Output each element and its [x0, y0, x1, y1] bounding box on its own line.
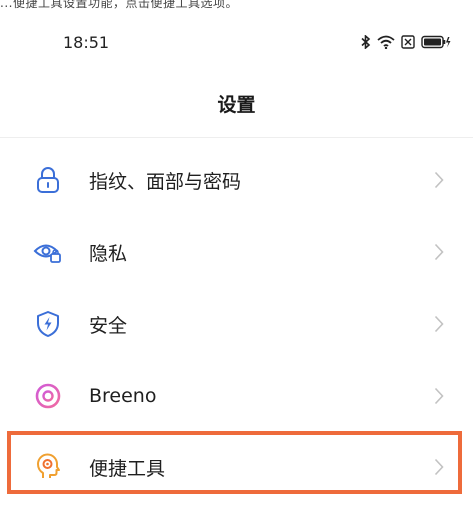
settings-item-security[interactable]: 安全 [0, 294, 473, 354]
settings-item-privacy[interactable]: 隐私 [0, 222, 473, 282]
settings-item-label: 指纹、面部与密码 [89, 170, 242, 193]
security-shield-icon [33, 309, 63, 339]
settings-item-convenience-tools[interactable]: 便捷工具 [0, 437, 473, 497]
convenience-tools-icon [33, 452, 63, 482]
settings-item-label: Breeno [89, 385, 157, 407]
instruction-caption: ...便捷工具设置功能，点击便捷工具选项。 [0, 0, 238, 10]
settings-item-breeno[interactable]: Breeno [0, 366, 473, 426]
header-divider [0, 137, 473, 138]
wifi-icon [377, 35, 395, 49]
chevron-right-icon [432, 456, 446, 478]
settings-item-label: 隐私 [89, 242, 128, 265]
chevron-right-icon [432, 385, 446, 407]
page-title: 设置 [217, 94, 256, 116]
settings-item-fingerprint-face-password[interactable]: 指纹、面部与密码 [0, 150, 473, 210]
settings-item-label: 便捷工具 [89, 457, 166, 480]
sim-icon [401, 35, 415, 49]
chevron-right-icon [432, 313, 446, 335]
privacy-eye-icon [33, 237, 63, 267]
chevron-right-icon [432, 241, 446, 263]
status-time: 18:51 [63, 33, 110, 52]
chevron-right-icon [432, 169, 446, 191]
settings-item-label: 安全 [89, 314, 128, 337]
lock-icon [33, 165, 63, 195]
status-bar: 18:51 [0, 28, 473, 58]
breeno-icon [33, 381, 63, 411]
battery-icon [421, 35, 451, 49]
bluetooth-icon [361, 35, 371, 49]
status-icons [361, 35, 451, 49]
